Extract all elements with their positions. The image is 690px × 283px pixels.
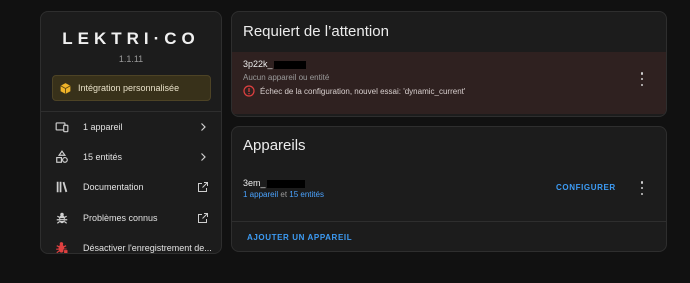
attention-title: Requiert de l’attention bbox=[243, 23, 389, 40]
divider bbox=[41, 111, 221, 112]
sidebar-item-label: 15 entités bbox=[83, 152, 123, 162]
entry-name: 3p22k_ bbox=[243, 59, 306, 69]
integration-version: 1.1.11 bbox=[118, 54, 144, 64]
sidebar-item-known-issues[interactable]: Problèmes connus bbox=[41, 204, 221, 232]
integration-logo: LEKTRI·CO bbox=[62, 29, 200, 48]
shapes-icon bbox=[56, 150, 68, 163]
sidebar-item-label: Documentation bbox=[83, 182, 144, 192]
bug-icon bbox=[56, 212, 68, 224]
add-device-button[interactable]: AJOUTER UN APPAREIL bbox=[247, 233, 352, 242]
custom-integration-label: Intégration personnalisée bbox=[78, 83, 180, 93]
chevron-right-icon bbox=[201, 123, 206, 131]
sidebar-item-devices[interactable]: 1 appareil bbox=[41, 113, 221, 141]
connector-text: et bbox=[280, 190, 288, 199]
integration-info-card: LEKTRI·CO 1.1.11 Intégration personnalis… bbox=[40, 11, 222, 254]
attention-entry[interactable]: 3p22k_ Aucun appareil ou entité Échec de… bbox=[232, 52, 666, 114]
configure-button[interactable]: CONFIGURER bbox=[556, 183, 616, 192]
sidebar-item-label: 1 appareil bbox=[83, 122, 123, 132]
attention-menu-icon[interactable] bbox=[639, 72, 645, 86]
sidebar-item-documentation[interactable]: Documentation bbox=[41, 173, 221, 201]
open-in-new-icon bbox=[198, 182, 208, 192]
chevron-right-icon bbox=[201, 153, 206, 161]
devices-card: Appareils 3em_ 1 appareil et 15 entités … bbox=[231, 126, 667, 252]
sidebar-item-label: Problèmes connus bbox=[83, 213, 158, 223]
error-message: Échec de la configuration, nouvel essai:… bbox=[260, 86, 466, 96]
attention-card: Requiert de l’attention 3p22k_ Aucun app… bbox=[231, 11, 667, 117]
alert-circle-icon bbox=[243, 85, 255, 97]
error-line: Échec de la configuration, nouvel essai:… bbox=[243, 85, 465, 97]
sidebar-item-disable-debug-logging[interactable]: Désactiver l'enregistrement de... bbox=[41, 234, 221, 253]
custom-integration-badge: Intégration personnalisée bbox=[52, 75, 211, 101]
redaction-mark bbox=[273, 60, 306, 69]
sidebar-item-label: Désactiver l'enregistrement de... bbox=[83, 243, 212, 253]
open-in-new-icon bbox=[198, 213, 208, 223]
entry-links: 1 appareil et 15 entités bbox=[243, 190, 324, 199]
devices-title: Appareils bbox=[243, 137, 306, 154]
divider bbox=[232, 221, 666, 222]
devices-link[interactable]: 1 appareil bbox=[243, 190, 278, 199]
device-menu-icon[interactable] bbox=[639, 181, 645, 195]
entry-subtitle: Aucun appareil ou entité bbox=[243, 73, 330, 82]
entry-name-text: 3em_ bbox=[243, 178, 266, 188]
bug-stop-icon bbox=[56, 242, 69, 253]
entry-name-text: 3p22k_ bbox=[243, 59, 273, 69]
package-icon bbox=[60, 82, 71, 94]
book-icon bbox=[56, 181, 68, 193]
devices-icon bbox=[55, 122, 69, 133]
entities-link[interactable]: 15 entités bbox=[289, 190, 324, 199]
sidebar-item-entities[interactable]: 15 entités bbox=[41, 143, 221, 171]
redaction-mark bbox=[266, 179, 305, 188]
entry-name: 3em_ bbox=[243, 178, 305, 188]
